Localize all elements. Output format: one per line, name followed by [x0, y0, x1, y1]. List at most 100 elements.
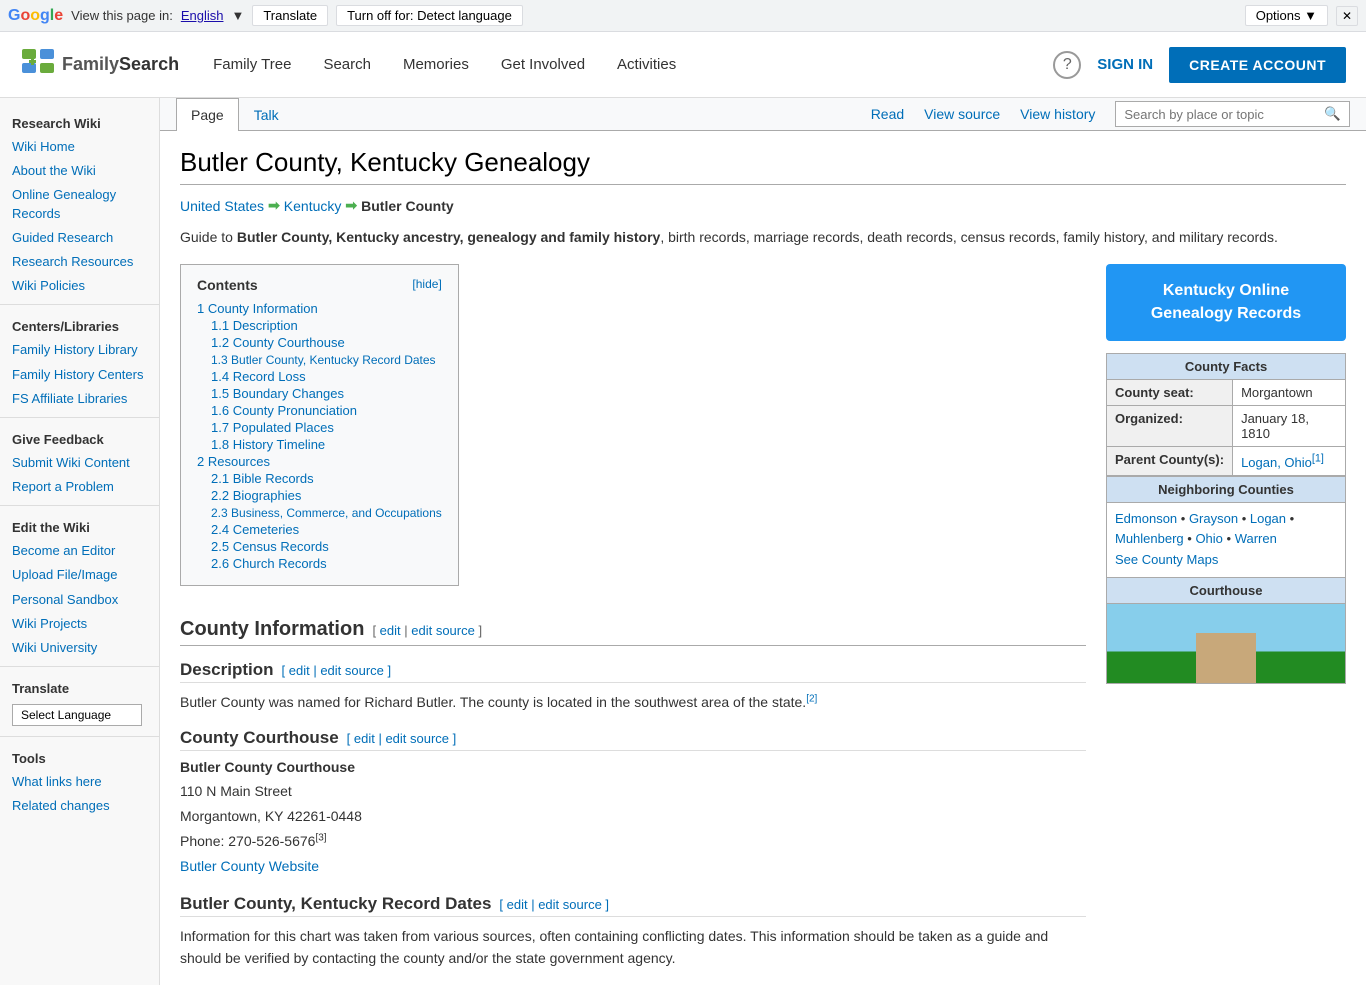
sidebar-item-report-problem[interactable]: Report a Problem	[0, 475, 159, 499]
select-language-button[interactable]: Select Language	[12, 704, 142, 726]
sidebar-item-upload-file[interactable]: Upload File/Image	[0, 563, 159, 587]
muhlenberg-link[interactable]: Muhlenberg	[1115, 531, 1184, 546]
nav-family-tree[interactable]: Family Tree	[199, 48, 305, 81]
google-logo: Google	[8, 7, 63, 25]
familysearch-logo-icon	[20, 47, 56, 83]
ky-records-button[interactable]: Kentucky Online Genealogy Records	[1106, 264, 1346, 341]
help-icon[interactable]: ?	[1053, 51, 1081, 79]
courthouse-edit-links: [ edit | edit source ]	[347, 731, 457, 746]
description-text: Butler County was named for Richard Butl…	[180, 691, 1086, 713]
record-dates-header: Butler County, Kentucky Record Dates [ e…	[180, 894, 1086, 917]
county-info-edit-link[interactable]: edit	[380, 623, 401, 638]
sign-in-button[interactable]: SIGN IN	[1097, 56, 1153, 73]
right-col: Kentucky Online Genealogy Records County…	[1106, 264, 1346, 684]
main-col: Contents [hide] 1 County Information 1.1…	[180, 264, 1086, 969]
wiki-search-button[interactable]: 🔍	[1316, 102, 1349, 126]
sidebar-item-related-changes[interactable]: Related changes	[0, 794, 159, 818]
sidebar-item-wiki-policies[interactable]: Wiki Policies	[0, 274, 159, 298]
table-row: Parent County(s): Logan, Ohio[1]	[1107, 447, 1346, 475]
sidebar-section-translate: Translate	[0, 673, 159, 700]
warren-link[interactable]: Warren	[1235, 531, 1277, 546]
see-county-maps-link[interactable]: See County Maps	[1115, 552, 1218, 567]
table-row: County Facts	[1107, 354, 1346, 380]
nav-activities[interactable]: Activities	[603, 48, 690, 81]
neighboring-counties-content: Edmonson • Grayson • Logan • Muhlenberg …	[1106, 503, 1346, 578]
list-item: 2.4 Cemeteries	[197, 522, 442, 537]
breadcrumb-arrow-2: ➡	[345, 197, 357, 214]
list-item: 2.2 Biographies	[197, 488, 442, 503]
sidebar-section-research-wiki: Research Wiki	[0, 108, 159, 135]
sidebar-item-sandbox[interactable]: Personal Sandbox	[0, 588, 159, 612]
nav-search[interactable]: Search	[309, 48, 385, 81]
create-account-button[interactable]: CREATE ACCOUNT	[1169, 47, 1346, 83]
sidebar-divider-1	[0, 304, 159, 305]
courthouse-image-header: Courthouse	[1106, 578, 1346, 604]
tab-read[interactable]: Read	[861, 98, 914, 130]
list-item: 1.7 Populated Places	[197, 420, 442, 435]
contents-box: Contents [hide] 1 County Information 1.1…	[180, 264, 459, 586]
breadcrumb-us[interactable]: United States	[180, 198, 264, 214]
sidebar-item-affiliate[interactable]: FS Affiliate Libraries	[0, 387, 159, 411]
logan-link[interactable]: Logan	[1250, 511, 1286, 526]
tab-view-source[interactable]: View source	[914, 98, 1010, 130]
tab-page[interactable]: Page	[176, 98, 239, 131]
wiki-search-box: 🔍	[1115, 101, 1350, 127]
list-item: 1 County Information	[197, 301, 442, 316]
breadcrumb-ky[interactable]: Kentucky	[284, 198, 342, 214]
tab-talk[interactable]: Talk	[239, 98, 294, 131]
description-edit-link[interactable]: [ edit | edit source ]	[282, 663, 392, 678]
intro-text: Guide to Butler County, Kentucky ancestr…	[180, 226, 1346, 248]
nav-right: ? SIGN IN CREATE ACCOUNT	[1053, 47, 1346, 83]
sidebar-divider-4	[0, 666, 159, 667]
county-facts-table: County Facts County seat: Morgantown Org…	[1106, 353, 1346, 475]
list-item: 1.1 Description	[197, 318, 442, 333]
edmonson-link[interactable]: Edmonson	[1115, 511, 1177, 526]
options-button[interactable]: Options ▼	[1245, 5, 1328, 26]
nav-memories[interactable]: Memories	[389, 48, 483, 81]
sidebar-item-research-resources[interactable]: Research Resources	[0, 250, 159, 274]
translate-language-link[interactable]: English	[181, 8, 224, 23]
courthouse-edit-link[interactable]: [ edit | edit source ]	[347, 731, 457, 746]
ohio-link[interactable]: Ohio	[1195, 531, 1222, 546]
grayson-link[interactable]: Grayson	[1189, 511, 1238, 526]
contents-hide-link[interactable]: [hide]	[412, 277, 441, 293]
intro-suffix: , birth records, marriage records, death…	[660, 229, 1278, 245]
courthouse-image	[1106, 604, 1346, 684]
sidebar-section-centers: Centers/Libraries	[0, 311, 159, 338]
intro-bold: Butler County, Kentucky ancestry, geneal…	[237, 229, 660, 245]
sidebar-item-online-records[interactable]: Online Genealogy Records	[0, 183, 159, 225]
sidebar: Research Wiki Wiki Home About the Wiki O…	[0, 98, 160, 985]
county-info-edit-links: [ edit | edit source ]	[372, 623, 482, 638]
turnoff-button[interactable]: Turn off for: Detect language	[336, 5, 523, 26]
sidebar-item-wiki-home[interactable]: Wiki Home	[0, 135, 159, 159]
tab-view-history[interactable]: View history	[1010, 98, 1105, 130]
logan-ohio-link[interactable]: Logan, Ohio[1]	[1241, 455, 1324, 470]
breadcrumb: United States ➡ Kentucky ➡ Butler County	[180, 197, 1346, 214]
sidebar-item-what-links[interactable]: What links here	[0, 770, 159, 794]
wiki-search-input[interactable]	[1116, 103, 1316, 126]
courthouse-website-link[interactable]: Butler County Website	[180, 858, 319, 874]
logo-area[interactable]: FamilySearch	[20, 47, 179, 83]
record-dates-edit-link[interactable]: [ edit | edit source ]	[499, 897, 609, 912]
sidebar-item-wiki-university[interactable]: Wiki University	[0, 636, 159, 660]
translate-button[interactable]: Translate	[252, 5, 328, 26]
translate-bar: Google View this page in: English▼ Trans…	[0, 0, 1366, 32]
contents-item-1: County Information	[208, 301, 318, 316]
close-translate-button[interactable]: ✕	[1336, 6, 1358, 26]
sidebar-item-wiki-projects[interactable]: Wiki Projects	[0, 612, 159, 636]
sidebar-item-fhl[interactable]: Family History Library	[0, 338, 159, 362]
sidebar-item-submit-wiki[interactable]: Submit Wiki Content	[0, 451, 159, 475]
page-layout: Research Wiki Wiki Home About the Wiki O…	[0, 98, 1366, 985]
courthouse-phone: Phone: 270-526-5676[3]	[180, 829, 1086, 854]
list-item: 2 Resources	[197, 454, 442, 469]
county-info-editsource-link[interactable]: edit source	[411, 623, 475, 638]
sidebar-item-guided-research[interactable]: Guided Research	[0, 226, 159, 250]
tab-actions: Read View source View history 🔍	[861, 98, 1350, 130]
sidebar-item-about-wiki[interactable]: About the Wiki	[0, 159, 159, 183]
sidebar-item-fhc[interactable]: Family History Centers	[0, 363, 159, 387]
nav-get-involved[interactable]: Get Involved	[487, 48, 599, 81]
county-seat-value: Morgantown	[1233, 380, 1346, 406]
sidebar-section-tools: Tools	[0, 743, 159, 770]
sidebar-item-become-editor[interactable]: Become an Editor	[0, 539, 159, 563]
table-row: County seat: Morgantown	[1107, 380, 1346, 406]
